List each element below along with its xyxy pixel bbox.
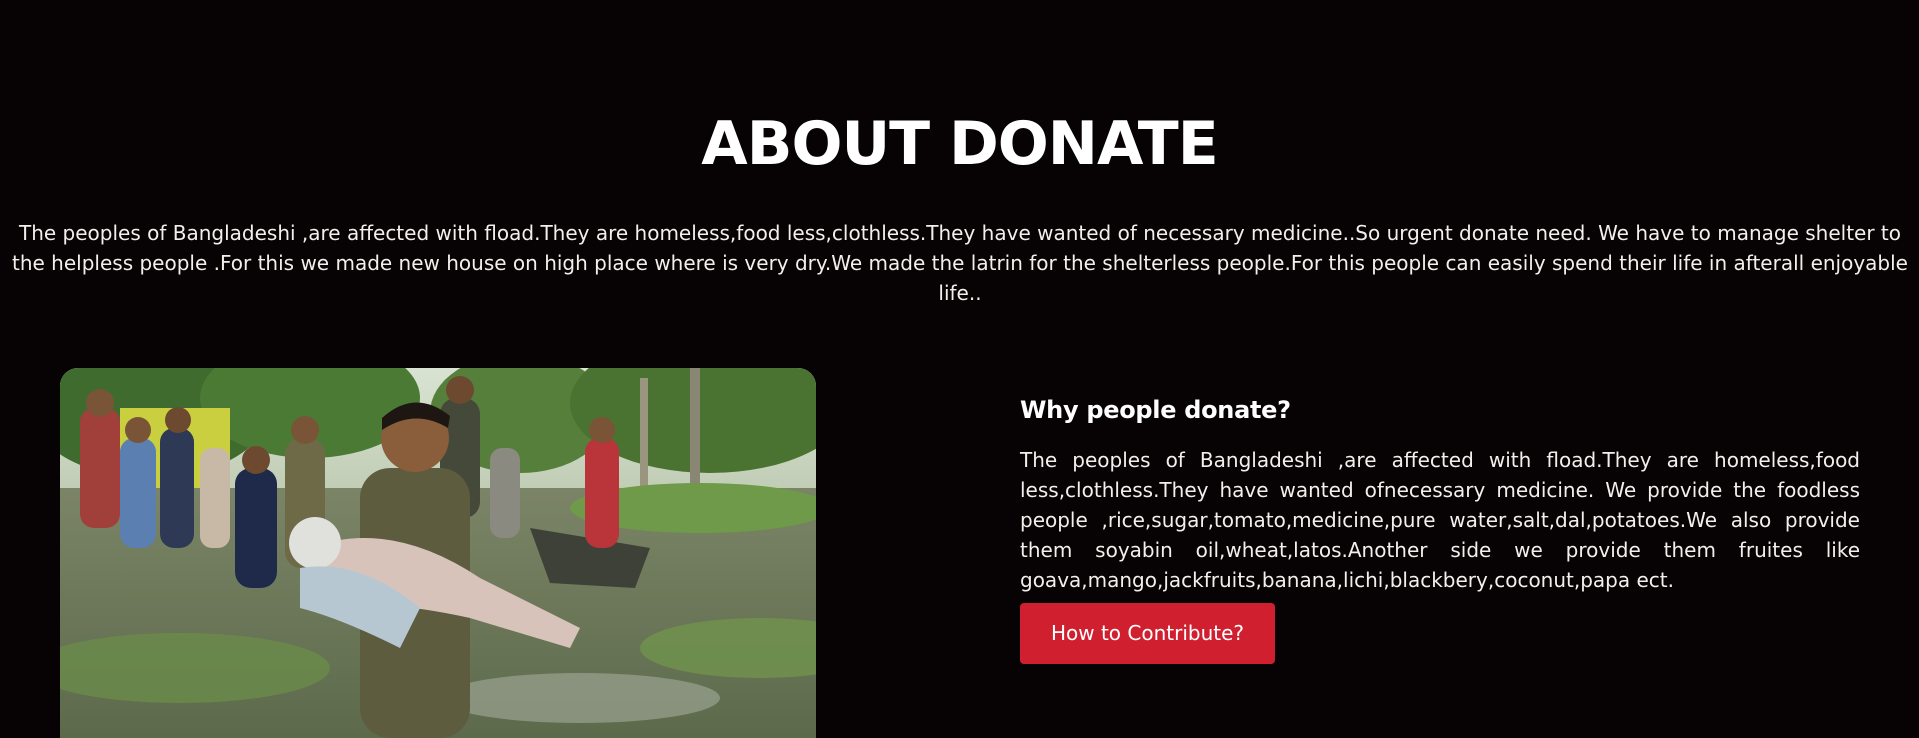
intro-paragraph: The peoples of Bangladeshi ,are affected…	[12, 221, 1908, 305]
how-to-contribute-button[interactable]: How to Contribute?	[1020, 603, 1275, 664]
why-donate-paragraph: The peoples of Bangladeshi ,are affected…	[1020, 448, 1860, 592]
about-donate-section: ABOUT DONATE The peoples of Bangladeshi …	[0, 0, 1919, 738]
why-donate-heading: Why people donate?	[1020, 396, 1291, 424]
flood-rescue-photo	[60, 368, 816, 738]
page-title: ABOUT DONATE	[701, 109, 1218, 180]
why-donate-content: Why people donate? The peoples of Bangla…	[1020, 392, 1860, 664]
